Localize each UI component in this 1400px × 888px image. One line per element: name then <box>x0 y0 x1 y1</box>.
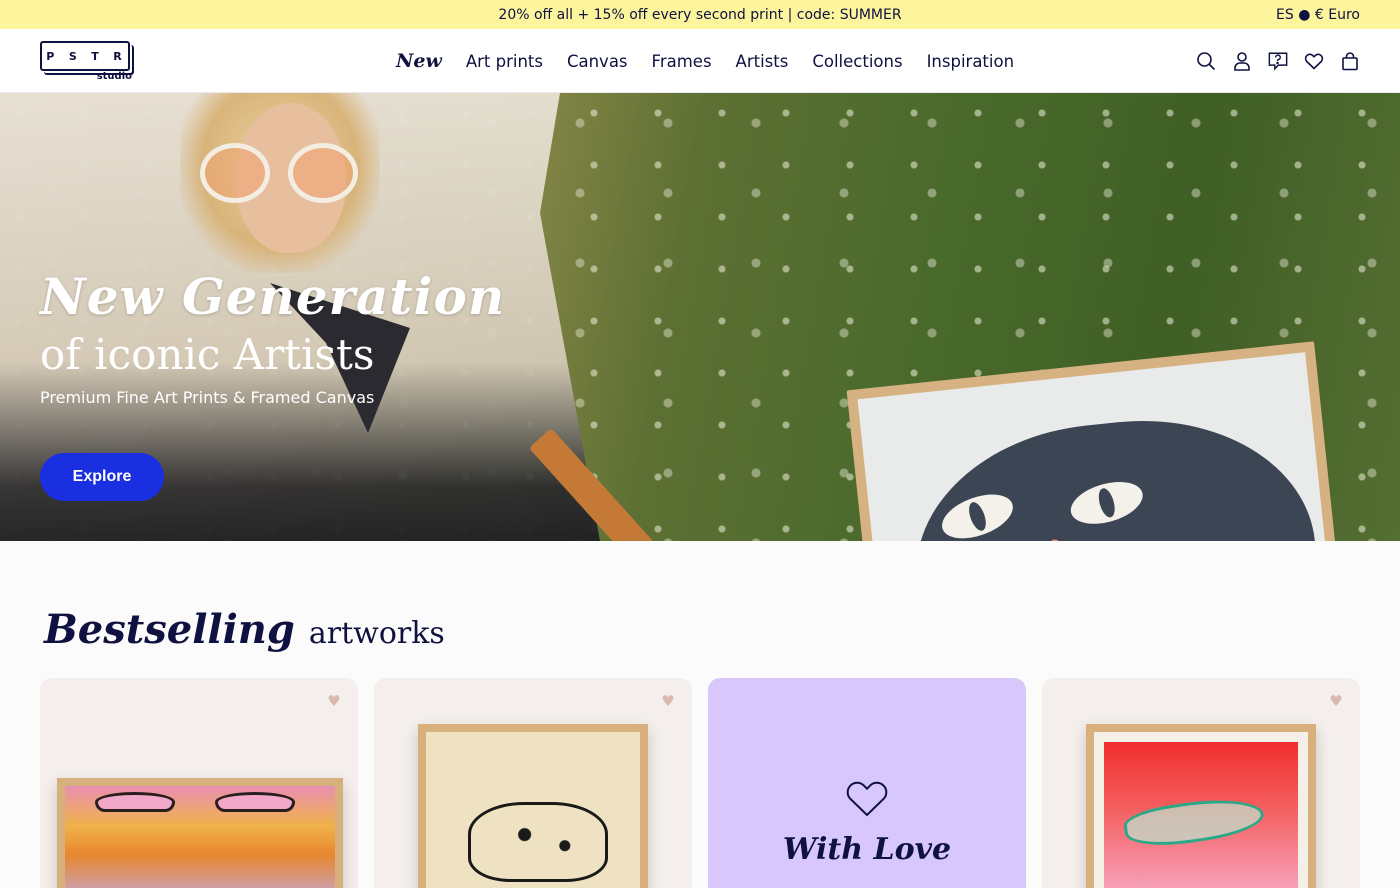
logo-letter: P <box>46 49 57 63</box>
art-figure <box>1121 792 1267 852</box>
cart-icon[interactable] <box>1340 51 1360 71</box>
heart-outline-icon <box>845 778 889 818</box>
nav-item-new[interactable]: New <box>396 50 442 72</box>
search-icon[interactable] <box>1196 51 1216 71</box>
logo[interactable]: P S T R studio <box>40 41 132 83</box>
art-hat <box>215 792 295 812</box>
cat-nose <box>1049 539 1061 541</box>
product-image <box>1086 724 1316 888</box>
nav-item-inspiration[interactable]: Inspiration <box>927 52 1014 71</box>
nav-item-collections[interactable]: Collections <box>812 52 902 71</box>
product-card[interactable]: ♥ <box>40 678 358 888</box>
nav-item-art-prints[interactable]: Art prints <box>466 52 543 71</box>
wishlist-icon[interactable] <box>1304 51 1324 71</box>
locale-selector[interactable]: ES ● € Euro <box>1276 0 1360 29</box>
product-card[interactable]: ♥ <box>1042 678 1360 888</box>
account-icon[interactable] <box>1232 51 1252 71</box>
artwork-cat <box>902 403 1332 541</box>
site-header: P S T R studio New Art prints Canvas Fra… <box>0 29 1400 93</box>
logo-letter: R <box>113 49 124 63</box>
section-title: Bestselling artworks <box>44 606 445 653</box>
art-horse <box>468 802 608 882</box>
section-title-script: Bestselling <box>44 606 295 653</box>
product-carousel: ♥ ♥ With Love ♥ <box>40 678 1360 888</box>
product-image <box>57 778 343 888</box>
with-love-label: With Love <box>782 832 952 867</box>
logo-letter: T <box>91 49 101 63</box>
header-icons <box>1196 29 1360 93</box>
product-card[interactable]: ♥ <box>374 678 692 888</box>
heart-icon[interactable]: ♥ <box>1328 694 1344 709</box>
nav-item-canvas[interactable]: Canvas <box>567 52 628 71</box>
hero-subtitle: Premium Fine Art Prints & Framed Canvas <box>40 388 375 408</box>
product-image <box>418 724 648 888</box>
heart-icon[interactable]: ♥ <box>660 694 676 709</box>
hero-title: of iconic Artists <box>40 330 375 379</box>
main-nav: New Art prints Canvas Frames Artists Col… <box>396 29 1014 93</box>
hero-title-script: New Generation <box>40 267 506 326</box>
promo-text: 20% off all + 15% off every second print… <box>498 6 902 23</box>
section-title-plain: artworks <box>308 616 445 651</box>
help-icon[interactable] <box>1268 51 1288 71</box>
nav-item-frames[interactable]: Frames <box>652 52 712 71</box>
promo-bar: 20% off all + 15% off every second print… <box>0 0 1400 29</box>
explore-button[interactable]: Explore <box>40 453 164 501</box>
with-love-card[interactable]: With Love <box>708 678 1026 888</box>
logo-sub: studio <box>96 71 132 82</box>
heart-icon[interactable]: ♥ <box>326 694 342 709</box>
logo-letter: S <box>68 49 79 63</box>
hero-sunglasses <box>200 143 360 203</box>
logo-letters: P S T R <box>40 41 130 71</box>
cat-eye <box>1065 474 1148 532</box>
nav-item-artists[interactable]: Artists <box>736 52 789 71</box>
hero-text: New Generation of iconic Artists Premium… <box>40 267 506 408</box>
cat-eye <box>936 485 1019 541</box>
art-hat <box>95 792 175 812</box>
